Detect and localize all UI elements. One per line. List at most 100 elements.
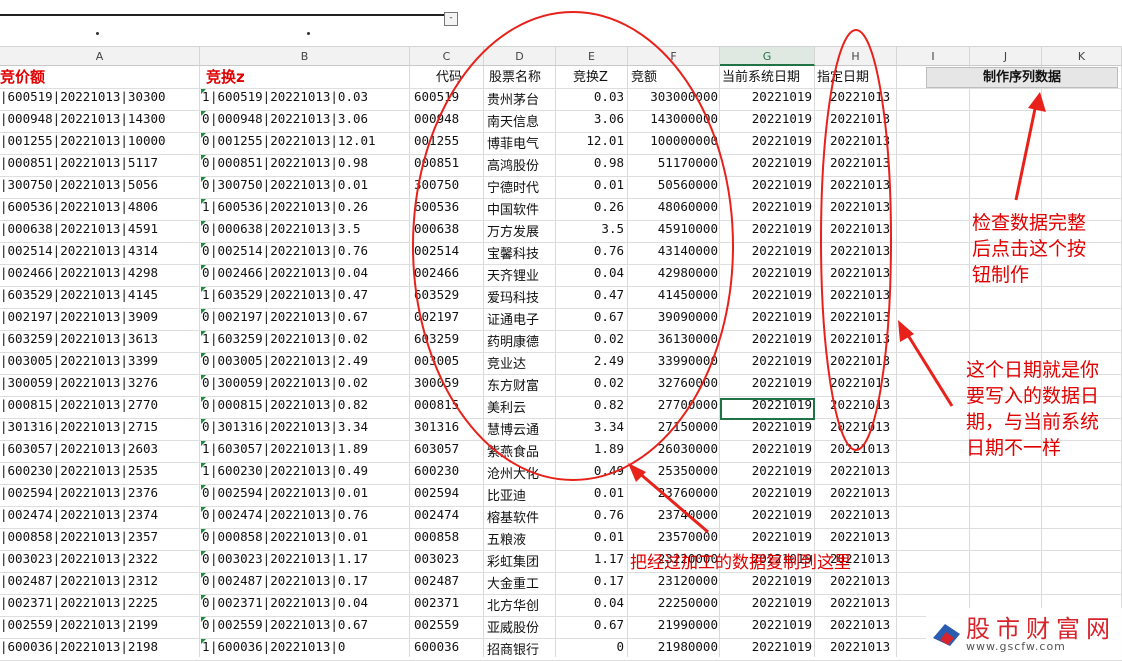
cell-e[interactable]: 1.89: [556, 441, 624, 463]
cell-h[interactable]: 20221013: [830, 287, 896, 309]
cell-e[interactable]: 0.76: [556, 243, 624, 265]
cell-d[interactable]: 榕基软件: [487, 507, 553, 529]
cell-a[interactable]: |300059|20221013|3276: [0, 375, 198, 397]
cell-c[interactable]: 301316: [414, 419, 480, 441]
cell-g[interactable]: 20221019: [720, 309, 812, 331]
cell-a[interactable]: |600230|20221013|2535: [0, 463, 198, 485]
cell-h[interactable]: 20221013: [830, 573, 896, 595]
cell-d[interactable]: 宁德时代: [487, 177, 553, 199]
cell-a[interactable]: |003005|20221013|3399: [0, 353, 198, 375]
cell-a[interactable]: |002466|20221013|4298: [0, 265, 198, 287]
cell-h[interactable]: 20221013: [830, 309, 896, 331]
cell-b[interactable]: |002487|20221013|0.17: [210, 573, 408, 595]
cell-e[interactable]: 1.17: [556, 551, 624, 573]
cell-a[interactable]: |000948|20221013|14300: [0, 111, 198, 133]
cell-g[interactable]: 20221019: [720, 419, 812, 441]
cell-b[interactable]: |001255|20221013|12.01: [210, 133, 408, 155]
cell-g[interactable]: 20221019: [720, 353, 812, 375]
cell-b[interactable]: |301316|20221013|3.34: [210, 419, 408, 441]
cell-g[interactable]: 20221019: [720, 89, 812, 111]
cell-h[interactable]: 20221013: [830, 111, 896, 133]
cell-a[interactable]: |002197|20221013|3909: [0, 309, 198, 331]
cell-a[interactable]: |000858|20221013|2357: [0, 529, 198, 551]
cell-c[interactable]: 600519: [414, 89, 480, 111]
cell-g[interactable]: 20221019: [720, 573, 812, 595]
cell-e[interactable]: 0.49: [556, 463, 624, 485]
cell-f[interactable]: 27700000: [628, 397, 718, 419]
cell-h[interactable]: 20221013: [830, 595, 896, 617]
cell-g[interactable]: 20221019: [720, 331, 812, 353]
cell-b[interactable]: |000858|20221013|0.01: [210, 529, 408, 551]
cell-h[interactable]: 20221013: [830, 617, 896, 639]
cell-g[interactable]: 20221019: [720, 485, 812, 507]
cell-e[interactable]: 0.03: [556, 89, 624, 111]
cell-d[interactable]: 慧博云通: [487, 419, 553, 441]
cell-d[interactable]: 亚威股份: [487, 617, 553, 639]
cell-a[interactable]: |600519|20221013|30300: [0, 89, 198, 111]
cell-c[interactable]: 300750: [414, 177, 480, 199]
cell-b[interactable]: |603259|20221013|0.02: [210, 331, 408, 353]
cell-e[interactable]: 12.01: [556, 133, 624, 155]
column-header-c[interactable]: C: [410, 47, 484, 66]
cell-c[interactable]: 002594: [414, 485, 480, 507]
cell-c[interactable]: 000948: [414, 111, 480, 133]
cell-f[interactable]: 36130000: [628, 331, 718, 353]
cell-f[interactable]: 23570000: [628, 529, 718, 551]
cell-d[interactable]: 中国软件: [487, 199, 553, 221]
cell-a[interactable]: |000851|20221013|5117: [0, 155, 198, 177]
cell-e[interactable]: 2.49: [556, 353, 624, 375]
cell-a[interactable]: |000815|20221013|2770: [0, 397, 198, 419]
cell-b[interactable]: |002559|20221013|0.67: [210, 617, 408, 639]
cell-d[interactable]: 博菲电气: [487, 133, 553, 155]
cell-e[interactable]: 0.04: [556, 265, 624, 287]
cell-d[interactable]: 药明康德: [487, 331, 553, 353]
cell-f[interactable]: 32760000: [628, 375, 718, 397]
cell-d[interactable]: 天齐锂业: [487, 265, 553, 287]
cell-a[interactable]: |301316|20221013|2715: [0, 419, 198, 441]
cell-c[interactable]: 003005: [414, 353, 480, 375]
cell-c[interactable]: 002487: [414, 573, 480, 595]
cell-e[interactable]: 0.98: [556, 155, 624, 177]
cell-d[interactable]: 东方财富: [487, 375, 553, 397]
cell-e[interactable]: 0.01: [556, 177, 624, 199]
cell-c[interactable]: 001255: [414, 133, 480, 155]
cell-f[interactable]: 48060000: [628, 199, 718, 221]
cell-b[interactable]: |002466|20221013|0.04: [210, 265, 408, 287]
cell-a[interactable]: |300750|20221013|5056: [0, 177, 198, 199]
cell-c[interactable]: 603259: [414, 331, 480, 353]
cell-a[interactable]: |600536|20221013|4806: [0, 199, 198, 221]
cell-g[interactable]: 20221019: [720, 617, 812, 639]
cell-c[interactable]: 002466: [414, 265, 480, 287]
cell-d[interactable]: 比亚迪: [487, 485, 553, 507]
cell-e[interactable]: 3.06: [556, 111, 624, 133]
cell-h[interactable]: 20221013: [830, 463, 896, 485]
cell-g[interactable]: 20221019: [720, 507, 812, 529]
cell-h[interactable]: 20221013: [830, 155, 896, 177]
cell-c[interactable]: 603057: [414, 441, 480, 463]
column-header-i[interactable]: I: [897, 47, 970, 66]
cell-h[interactable]: 20221013: [830, 89, 896, 111]
cell-h[interactable]: 20221013: [830, 441, 896, 463]
cell-b[interactable]: |300750|20221013|0.01: [210, 177, 408, 199]
cell-a[interactable]: |001255|20221013|10000: [0, 133, 198, 155]
cell-d[interactable]: 北方华创: [487, 595, 553, 617]
header-cell-e[interactable]: 竞换Z: [573, 66, 629, 88]
cell-c[interactable]: 603529: [414, 287, 480, 309]
column-header-k[interactable]: K: [1042, 47, 1122, 66]
cell-g[interactable]: 20221019: [720, 155, 812, 177]
cell-c[interactable]: 002371: [414, 595, 480, 617]
cell-a[interactable]: |002487|20221013|2312: [0, 573, 198, 595]
column-header-f[interactable]: F: [628, 47, 720, 66]
cell-f[interactable]: 25350000: [628, 463, 718, 485]
cell-f[interactable]: 23120000: [628, 573, 718, 595]
cell-e[interactable]: 0.17: [556, 573, 624, 595]
cell-f[interactable]: 143000000: [628, 111, 718, 133]
cell-c[interactable]: 600230: [414, 463, 480, 485]
cell-g[interactable]: 20221019: [720, 199, 812, 221]
cell-c[interactable]: 000851: [414, 155, 480, 177]
cell-h[interactable]: 20221013: [830, 221, 896, 243]
cell-g[interactable]: 20221019: [720, 463, 812, 485]
cell-a[interactable]: |600036|20221013|2198: [0, 639, 198, 661]
cell-d[interactable]: 南天信息: [487, 111, 553, 133]
cell-f[interactable]: 22250000: [628, 595, 718, 617]
